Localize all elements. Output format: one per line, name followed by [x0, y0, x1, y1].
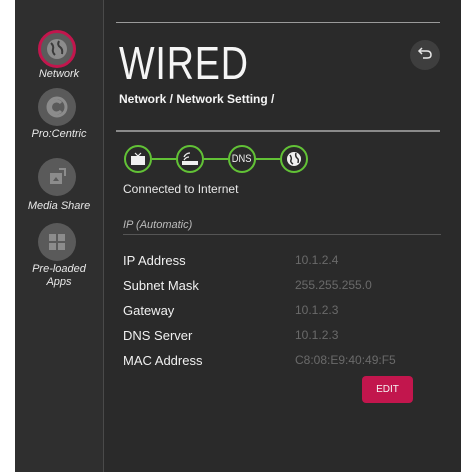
sidebar-item-label: Pre-loaded Apps: [32, 263, 86, 288]
info-value: 10.1.2.3: [295, 328, 339, 342]
info-row-mac-address: MAC Address C8:08:E9:40:49:F5: [123, 353, 443, 373]
sidebar-item-label: Media Share: [27, 200, 91, 212]
info-label: MAC Address: [123, 353, 203, 368]
status-link: [204, 158, 228, 160]
info-label: DNS Server: [123, 328, 193, 343]
router-icon: [176, 145, 204, 173]
status-link: [256, 158, 280, 160]
globe-icon: [38, 30, 76, 68]
globe-icon: [280, 145, 308, 173]
ip-divider: [123, 234, 441, 235]
info-label: IP Address: [123, 253, 186, 268]
info-label: Gateway: [123, 303, 175, 318]
info-value: C8:08:E9:40:49:F5: [295, 353, 396, 367]
status-link: [152, 158, 176, 160]
sidebar: Network Pro:Centric Media Share Pre-load…: [15, 0, 104, 472]
info-value: 255.255.255.0: [295, 278, 372, 292]
info-value: 10.1.2.3: [295, 303, 339, 317]
back-button[interactable]: [410, 40, 440, 70]
dns-node: DNS: [228, 145, 256, 173]
main-panel: WIRED Network / Network Setting / DNS Co…: [104, 0, 461, 472]
sidebar-item-label: Pro:Centric: [31, 128, 87, 140]
apps-grid-icon: [38, 223, 76, 261]
breadcrumb: Network / Network Setting /: [119, 92, 275, 106]
header-divider: [116, 130, 440, 132]
sidebar-item-label: Network: [38, 68, 80, 80]
info-value: 10.1.2.4: [295, 253, 339, 267]
info-label: Subnet Mask: [123, 278, 199, 293]
procentric-icon: [38, 88, 76, 126]
info-row-dns-server: DNS Server 10.1.2.3: [123, 328, 443, 348]
dns-label: DNS: [232, 153, 252, 165]
info-row-ip-address: IP Address 10.1.2.4: [123, 253, 443, 273]
edit-button[interactable]: EDIT: [362, 376, 413, 403]
top-divider: [116, 22, 440, 23]
info-row-gateway: Gateway 10.1.2.3: [123, 303, 443, 323]
media-share-icon: [38, 158, 76, 196]
info-row-subnet-mask: Subnet Mask 255.255.255.0: [123, 278, 443, 298]
tv-icon: [124, 145, 152, 173]
ip-mode-label: IP (Automatic): [123, 219, 193, 231]
page-title: WIRED: [119, 37, 249, 89]
connection-status-text: Connected to Internet: [123, 182, 239, 196]
connection-status-diagram: DNS: [124, 145, 324, 175]
back-arrow-icon: [417, 46, 433, 65]
